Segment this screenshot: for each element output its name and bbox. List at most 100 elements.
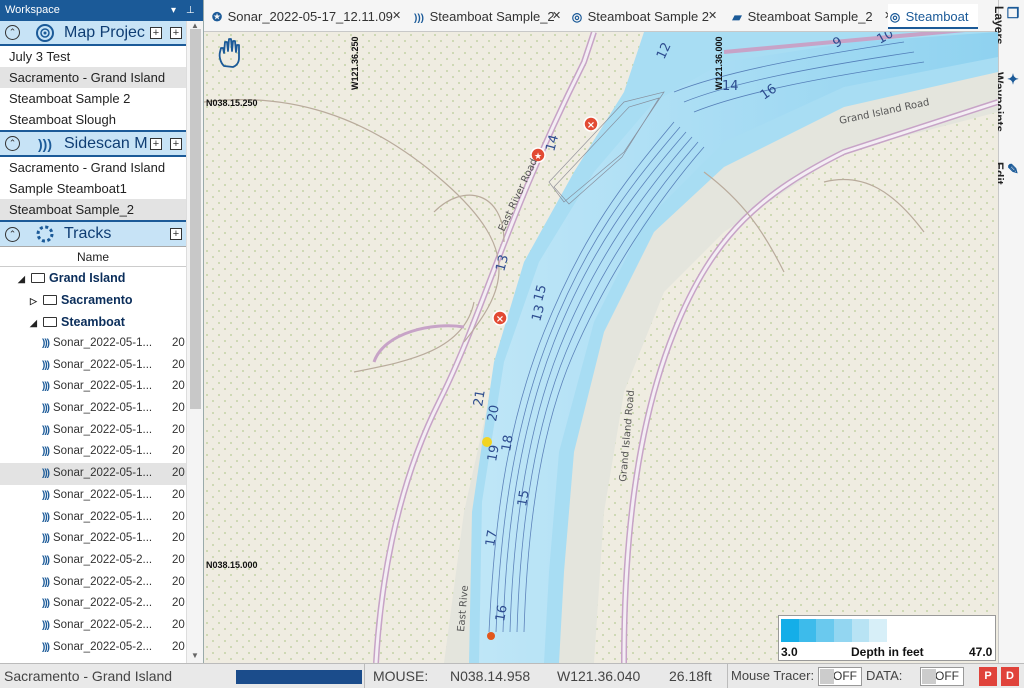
tab-layers[interactable]: ❐ Layers <box>992 6 1022 45</box>
map-projects-header[interactable]: ⌃ Map Projec + + <box>0 21 186 46</box>
mouse-latitude: N038.14.958 <box>450 668 531 684</box>
track-row[interactable]: ))) Sonar_2022-05-1... 20 <box>0 485 186 507</box>
sidescan-title: Sidescan M <box>64 134 148 152</box>
pin-icon[interactable]: ⊥ <box>186 0 195 21</box>
pin-icon: ✦ <box>1006 72 1022 88</box>
track-row[interactable]: ))) Sonar_2022-05-2... 20 <box>0 593 186 615</box>
tab-edit[interactable]: ✎ Edit <box>992 162 1022 185</box>
scroll-down-icon[interactable]: ▼ <box>191 651 199 660</box>
import-icon[interactable]: + <box>170 138 182 150</box>
track-row[interactable]: ))) Sonar_2022-05-1... 20 <box>0 441 186 463</box>
depth-label: 17 <box>483 529 501 548</box>
sidescan-item[interactable]: Steamboat Sample_2 <box>0 199 186 220</box>
tree-node-steamboat[interactable]: ◢ Steamboat <box>0 311 186 333</box>
map-project-icon: ◎ <box>571 10 583 24</box>
sonar-icon: ))) <box>42 533 50 545</box>
close-icon[interactable]: ✕ <box>552 4 561 29</box>
map-projects-item[interactable]: Steamboat Slough <box>0 109 186 130</box>
depth-label: 16 <box>493 604 511 623</box>
sidescan-header[interactable]: ⌃ ))) Sidescan M + + <box>0 132 186 157</box>
legend-swatch <box>834 619 852 642</box>
tab-steamboat-active[interactable]: ◎ Steamboat <box>888 4 978 29</box>
collapse-icon[interactable]: ⌃ <box>5 226 20 242</box>
sonar-icon: ))) <box>42 511 50 523</box>
map-projects-list: July 3 Test Sacramento - Grand Island Stea… <box>0 46 186 132</box>
sidescan-item[interactable]: Sample Steamboat1 <box>0 178 186 199</box>
status-project: Sacramento - Grand Island <box>4 668 173 684</box>
track-row[interactable]: ))) Sonar_2022-05-1... 20 <box>0 507 186 529</box>
track-row[interactable]: ))) Sonar_2022-05-2... 20 <box>0 637 186 659</box>
latitude-label: N038.15.000 <box>206 560 258 570</box>
track-row[interactable]: ))) Sonar_2022-05-2... 20 <box>0 550 186 572</box>
map-canvas[interactable]: × ★ × 1091214 161313151421201918151716 Gr… <box>204 32 998 663</box>
map-view[interactable]: × ★ × 10 9 12 14 16 13 13 15 14 21 20 19 18 15 17 16 Gr… <box>204 32 998 663</box>
sidescan-item[interactable]: Sacramento - Grand Island <box>0 157 186 178</box>
map-projects-item[interactable]: Steamboat Sample 2 <box>0 88 186 109</box>
map-projects-item[interactable]: July 3 Test <box>0 46 186 67</box>
dropdown-icon[interactable]: ▾ <box>171 0 176 21</box>
tracks-column-header[interactable]: Name <box>0 247 186 267</box>
track-name: Sonar_2022-05-1... <box>53 380 153 393</box>
track-name: Sonar_2022-05-1... <box>53 510 153 523</box>
sonar-icon: ))) <box>42 468 50 480</box>
track-date: 20 <box>172 402 185 415</box>
map-projects-item[interactable]: Sacramento - Grand Island <box>0 67 186 88</box>
import-icon[interactable]: + <box>170 228 182 240</box>
track-date: 20 <box>172 618 185 631</box>
track-row[interactable]: ))) Sonar_2022-05-1... 20 <box>0 528 186 550</box>
track-name: Sonar_2022-05-1... <box>53 423 153 436</box>
track-row[interactable]: ))) Sonar_2022-05-1... 20 <box>0 376 186 398</box>
close-icon[interactable]: ✕ <box>708 4 717 29</box>
scrollbar-thumb[interactable] <box>190 29 201 409</box>
status-bar: Sacramento - Grand Island MOUSE: N038.14… <box>0 663 1024 688</box>
close-icon[interactable]: ✕ <box>392 4 401 29</box>
track-name: Sonar_2022-05-1... <box>53 488 153 501</box>
tree-node-sacramento[interactable]: ▷ Sacramento <box>0 289 186 311</box>
pan-hand-icon[interactable] <box>216 36 246 70</box>
expanded-icon[interactable]: ◢ <box>30 312 40 334</box>
collapse-icon[interactable]: ⌃ <box>5 25 20 40</box>
track-name: Sonar_2022-05-2... <box>53 553 153 566</box>
import-icon[interactable]: + <box>170 27 182 39</box>
svg-text:×: × <box>496 314 504 325</box>
track-date: 20 <box>172 553 185 566</box>
tree-node-label: Sacramento <box>61 293 133 307</box>
tracks-header[interactable]: ⌃ Tracks + <box>0 222 186 247</box>
document-tabs: ✪ Sonar_2022-05-17_12.11.09 ✕ ))) Steamb… <box>204 0 998 32</box>
track-icon <box>34 223 56 245</box>
collapsed-icon[interactable]: ▷ <box>30 290 40 312</box>
track-name: Sonar_2022-05-1... <box>53 445 153 458</box>
tree-node-grand-island[interactable]: ◢ Grand Island <box>0 267 186 289</box>
mouse-tracer-toggle[interactable]: OFF <box>818 667 862 686</box>
d-button[interactable]: D <box>1001 667 1019 686</box>
progress-bar <box>236 670 362 684</box>
add-icon[interactable]: + <box>150 27 162 39</box>
track-date: 20 <box>172 380 185 393</box>
p-button[interactable]: P <box>979 667 997 686</box>
track-row[interactable]: ))) Sonar_2022-05-1... 20 <box>0 463 186 485</box>
track-date: 20 <box>172 575 185 588</box>
track-row[interactable]: ))) Sonar_2022-05-1... 20 <box>0 355 186 377</box>
data-toggle[interactable]: OFF <box>920 667 964 686</box>
tab-image-layer[interactable]: ▰ Steamboat Sample_2 ✕ <box>730 4 893 29</box>
left-panel-scrollbar[interactable]: ▲ ▼ <box>186 21 203 663</box>
expanded-icon[interactable]: ◢ <box>18 268 28 290</box>
add-icon[interactable]: + <box>150 138 162 150</box>
track-row[interactable]: ))) Sonar_2022-05-2... 20 <box>0 572 186 594</box>
depth-label: 18 <box>499 434 517 453</box>
sonar-icon: ))) <box>42 489 50 501</box>
track-name: Sonar_2022-05-1... <box>53 402 153 415</box>
right-side-tabs: ❐ Layers ✦ Waypoints ✎ Edit <box>992 0 1024 663</box>
collapse-icon[interactable]: ⌃ <box>5 136 20 151</box>
tab-sidescan[interactable]: ))) Steamboat Sample_2 ✕ <box>412 4 564 29</box>
track-row[interactable]: ))) Sonar_2022-05-1... 20 <box>0 398 186 420</box>
track-row[interactable]: ))) Sonar_2022-05-1... 20 <box>0 333 186 355</box>
tab-map-project[interactable]: ◎ Steamboat Sample 2 ✕ <box>570 4 720 29</box>
tab-sonar-track[interactable]: ✪ Sonar_2022-05-17_12.11.09 ✕ <box>210 4 406 29</box>
depth-readout: 26.18ft <box>669 668 712 684</box>
track-row[interactable]: ))) Sonar_2022-05-2... 20 <box>0 615 186 637</box>
tab-waypoints[interactable]: ✦ Waypoints <box>992 72 1022 132</box>
track-date: 20 <box>172 358 185 371</box>
tab-label: Steamboat Sample 2 <box>587 9 710 24</box>
track-row[interactable]: ))) Sonar_2022-05-1... 20 <box>0 420 186 442</box>
